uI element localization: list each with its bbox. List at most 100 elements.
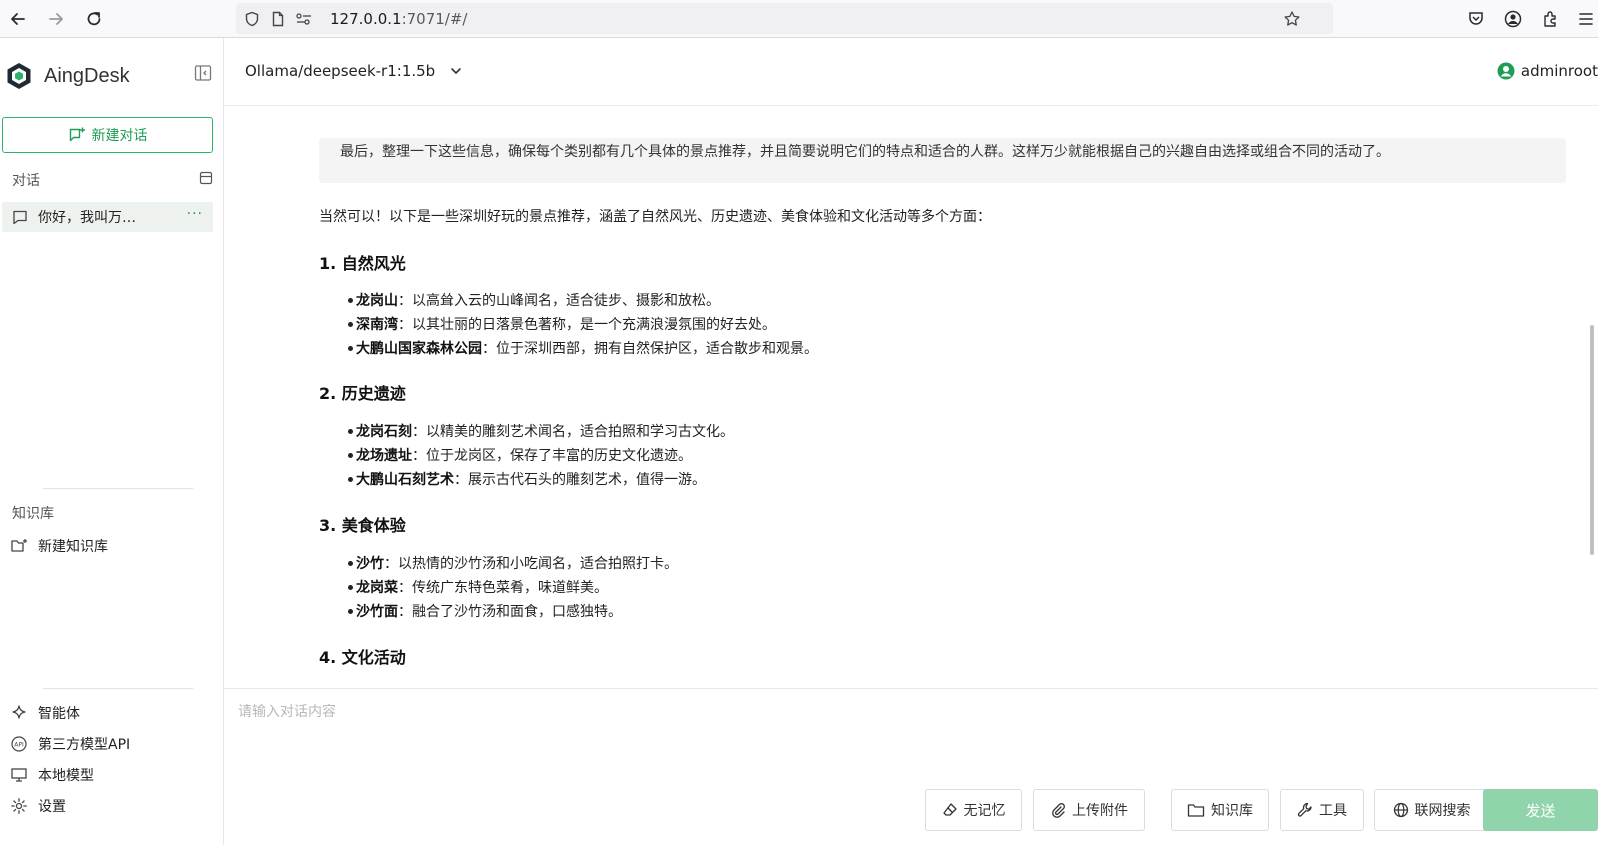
api-icon: API [11,736,27,752]
sidebar-item-third-party-api-label: 第三方模型API [38,737,131,753]
no-memory-button[interactable]: 无记忆 [925,789,1022,831]
thinking-text: 最后，整理一下这些信息，确保每个类别都有几个具体的景点推荐，并且简要说明它们的特… [340,144,1390,160]
model-selector[interactable]: Ollama/deepseek-r1:1.5b [245,62,463,80]
chevron-down-icon [451,68,462,74]
answer-intro: 当然可以！以下是一些深圳好玩的景点推荐，涵盖了自然风光、历史遗迹、美食体验和文化… [319,209,991,225]
brand-name: AingDesk [44,64,130,87]
section-heading: 3. 美食体验 [319,516,406,535]
list-item-desc: ：以精美的雕刻艺术闻名，适合拍照和学习古文化。 [412,424,734,440]
thinking-block: 最后，整理一下这些信息，确保每个类别都有几个具体的景点推荐，并且简要说明它们的特… [319,138,1566,183]
send-button[interactable]: 发送 [1483,789,1598,831]
sidebar-item-settings-label: 设置 [38,799,66,815]
knowledge-base-label: 知识库 [1211,803,1253,819]
new-folder-icon [11,539,27,552]
forward-arrow-icon[interactable] [44,7,68,31]
list-item-name: 沙竹面 [356,604,398,620]
tools-label: 工具 [1319,803,1347,819]
list-item-name: 深南湾 [356,317,398,333]
list-item-desc: ：融合了沙竹汤和面食，口感独特。 [398,604,622,620]
list-item-desc: ：以高耸入云的山峰闻名，适合徒步、摄影和放松。 [398,293,720,309]
list-item: 沙竹 ：以热情的沙竹汤和小吃闻名，适合拍照打卡。 [348,553,678,573]
list-item-name: 龙场遗址 [356,448,412,464]
chat-messages: 最后，整理一下这些信息，确保每个类别都有几个具体的景点推荐，并且简要说明它们的特… [224,106,1598,688]
list-item: 沙竹面 ：融合了沙竹汤和面食，口感独特。 [348,601,622,621]
sidebar-item-agents[interactable]: 智能体 [10,701,80,725]
brand[interactable]: AingDesk [4,60,130,92]
chat-input-area[interactable]: 请输入对话内容 无记忆 上传附件 知识库 工具 联网搜索 发送 [224,688,1598,845]
model-name: Ollama/deepseek-r1:1.5b [245,62,436,80]
section-heading: 4. 文化活动 [319,648,406,667]
list-item: 深南湾 ：以其壮丽的日落景色著称，是一个充满浪漫氛围的好去处。 [348,314,776,334]
knowledge-label: 知识库 [12,506,54,522]
list-item: 大鹏山石刻艺术 ：展示古代石头的雕刻艺术，值得一游。 [348,469,706,489]
back-arrow-icon[interactable] [6,7,30,31]
list-item-desc: ：位于深圳西部，拥有自然保护区，适合散步和观景。 [482,341,818,357]
conversation-manage-icon[interactable] [199,171,213,185]
list-item-desc: ：以其壮丽的日落景色著称，是一个充满浪漫氛围的好去处。 [398,317,776,333]
chat-bubble-icon [13,210,27,225]
conversation-title: 你好，我叫万… [38,210,136,226]
sidebar-item-agents-label: 智能体 [38,706,80,722]
permissions-icon[interactable] [294,9,314,29]
chat-scrollbar[interactable] [1590,325,1594,555]
url-path: :7071/#/ [401,10,468,28]
pocket-icon[interactable] [1464,7,1488,31]
upload-attachment-label: 上传附件 [1072,803,1128,819]
account-icon[interactable] [1501,7,1525,31]
sidebar-item-local-models[interactable]: 本地模型 [10,763,94,787]
new-knowledge-label: 新建知识库 [38,539,108,555]
menu-icon[interactable] [1574,7,1598,31]
conversation-more-button[interactable]: ··· [187,206,203,222]
eraser-icon [942,803,957,816]
list-item-name: 大鹏山石刻艺术 [356,472,454,488]
web-search-label: 联网搜索 [1414,803,1471,819]
sparkle-icon [12,705,26,719]
extensions-icon[interactable] [1538,7,1562,31]
list-item: 大鹏山国家森林公园 ：位于深圳西部，拥有自然保护区，适合散步和观景。 [348,338,818,358]
list-item: 龙岗石刻 ：以精美的雕刻艺术闻名，适合拍照和学习古文化。 [348,421,734,441]
svg-text:API: API [14,741,24,748]
reload-icon[interactable] [82,7,106,31]
sidebar-collapse-icon[interactable] [194,64,212,82]
url-bar[interactable]: 127.0.0.1:7071/#/ [236,3,1333,34]
list-item-desc: ：位于龙岗区，保存了丰富的历史文化遗迹。 [412,448,692,464]
list-item-name: 龙岗山 [356,293,398,309]
list-item-name: 龙岗菜 [356,580,398,596]
knowledge-base-button[interactable]: 知识库 [1171,789,1269,831]
no-memory-label: 无记忆 [963,803,1006,819]
user-avatar-icon [1497,62,1515,80]
new-chat-label: 新建对话 [91,128,148,144]
gear-icon [11,798,27,814]
url-text[interactable]: 127.0.0.1:7071/#/ [330,10,467,28]
new-chat-icon [69,127,85,142]
section-heading: 2. 历史遗迹 [319,384,406,403]
list-item-name: 沙竹 [356,556,384,572]
chat-input[interactable]: 请输入对话内容 [238,701,336,721]
user-menu[interactable]: adminroot [1497,62,1598,80]
sidebar-item-settings[interactable]: 设置 [10,794,66,818]
paperclip-icon [1052,803,1065,818]
conversation-item[interactable]: 你好，我叫万… ··· [2,202,213,232]
section-heading: 1. 自然风光 [319,254,406,273]
list-item: 龙岗菜 ：传统广东特色菜肴，味道鲜美。 [348,577,608,597]
new-knowledge-button[interactable]: 新建知识库 [10,534,108,558]
list-item-name: 大鹏山国家森林公园 [356,341,482,357]
shield-icon[interactable] [242,9,262,29]
page-icon[interactable] [268,9,288,29]
list-item: 龙岗山 ：以高耸入云的山峰闻名，适合徒步、摄影和放松。 [348,290,720,310]
folder-icon [1187,804,1205,817]
tools-button[interactable]: 工具 [1280,789,1364,831]
web-search-button[interactable]: 联网搜索 [1374,789,1489,831]
sidebar-divider [43,488,193,489]
browser-toolbar: 127.0.0.1:7071/#/ [0,0,1598,38]
list-item-desc: ：以热情的沙竹汤和小吃闻名，适合拍照打卡。 [384,556,678,572]
conversations-label: 对话 [12,173,40,189]
sidebar-divider-bottom [43,688,193,689]
list-item-desc: ：展示古代石头的雕刻艺术，值得一游。 [454,472,706,488]
sidebar: AingDesk 新建对话 对话 你好，我叫万… ··· 知识库 新建知识库 智… [0,38,224,845]
upload-attachment-button[interactable]: 上传附件 [1033,789,1145,831]
bookmark-star-icon[interactable] [1282,9,1302,29]
url-host: 127.0.0.1 [330,10,402,28]
new-chat-button[interactable]: 新建对话 [2,117,213,153]
sidebar-item-third-party-api[interactable]: API 第三方模型API [10,732,130,756]
